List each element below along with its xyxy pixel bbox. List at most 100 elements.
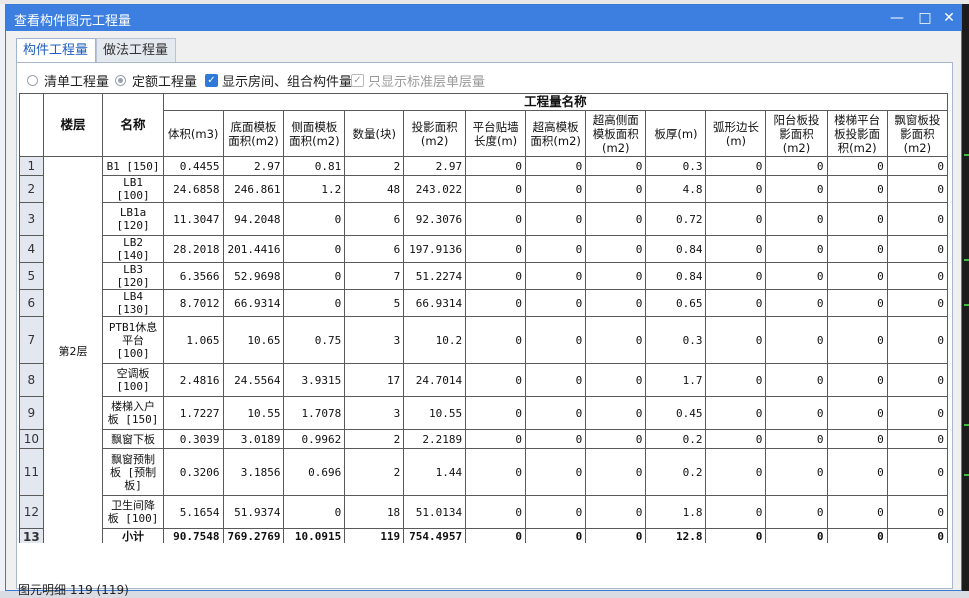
value-cell: 0 [705,448,767,496]
value-cell: 66.9314 [403,289,467,317]
value-cell: 0 [705,363,767,397]
table-row[interactable]: 12 卫生间降板 [100] 5.1654 51.9374 0 18 51.0134 0 0 0 1… [19,495,948,529]
table-row[interactable]: 10 飘窗下板 0.3039 3.0189 0.9962 2 2.2189 0 0 0 0.2 0 0 0… [19,429,948,449]
value-cell: 243.022 [403,175,467,203]
column-header[interactable]: 飘窗板投影面积(m2) [886,110,948,157]
close-icon[interactable]: ✕ [938,8,960,28]
row-number: 5 [19,262,44,290]
tab-component-quantity[interactable]: 构件工程量 [16,38,96,63]
component-name-cell: LB1a [120] [102,202,164,236]
value-cell: 0.84 [645,235,707,263]
column-header[interactable]: 阳台板投影面积(m2) [765,110,828,157]
value-cell: 0.3 [645,316,707,364]
column-header[interactable]: 平台贴墙长度(m) [465,110,527,157]
value-cell: 0 [525,495,587,529]
column-header[interactable]: 弧形边长(m) [705,110,767,157]
table-row[interactable]: 11 飘窗预制板 [预制板] 0.3206 3.1856 0.696 2 1.44 0 0 0 0.… [19,448,948,496]
column-header[interactable]: 侧面模板面积(m2) [283,110,346,157]
value-cell: 0 [886,429,948,449]
quantity-table: 楼层 名称 工程量名称 体积(m3) 底面模板面积(m2) 侧面模板面积(m2) 数量… [19,93,948,543]
value-cell: 0 [705,396,767,430]
subtotal-value-cell: 0 [765,528,828,543]
value-cell: 0 [585,289,647,317]
table-row[interactable]: 7 PTB1休息平台 [100] 1.065 10.65 0.75 3 10.2 0 0 0 0.3… [19,316,948,364]
table-row[interactable]: 2 LB1 [100] 24.6858 246.861 1.2 48 243.022 0 0 0 4… [19,175,948,203]
value-cell: 0 [765,175,828,203]
subtotal-row[interactable]: 13 小计 90.7548 769.2769 10.0915 119 754.4957 0 0 0… [19,528,948,543]
maximize-icon[interactable]: □ [914,8,936,28]
checkmark-icon: ✓ [205,74,218,87]
radio-dinge-label: 定额工程量 [132,75,198,90]
row-number: 1 [19,156,44,176]
row-number: 10 [19,429,44,449]
value-cell: 11.3047 [162,202,224,236]
value-cell: 0 [465,262,527,290]
checkbox-only-standard-floor: ✓ 只显示标准层单层量 [351,71,485,90]
value-cell: 0 [465,363,527,397]
radio-qingdan[interactable]: 清单工程量 [27,71,109,90]
table-row[interactable]: 6 LB4 [130] 8.7012 66.9314 0 5 66.9314 0 0 0 0.65 0… [19,289,948,317]
value-cell: 5.1654 [162,495,224,529]
table-row[interactable]: 4 LB2 [140] 28.2018 201.4416 0 6 197.9136 0 0 0 0.… [19,235,948,263]
value-cell: 0 [525,396,587,430]
subtotal-value-cell: 0 [465,528,527,543]
subtotal-label: 小计 [102,528,164,543]
value-cell: 0 [283,202,346,236]
table-row[interactable]: 8 空调板 [100] 2.4816 24.5564 3.9315 17 24.7014 0 0… [19,363,948,397]
value-cell: 0 [705,235,767,263]
table-row[interactable]: 3 LB1a [120] 11.3047 94.2048 0 6 92.3076 0 0 0 0.7… [19,202,948,236]
value-cell: 0 [886,495,948,529]
column-header[interactable]: 数量(块) [344,110,405,157]
value-cell: 197.9136 [403,235,467,263]
value-cell: 0 [765,448,828,496]
value-cell: 66.9314 [222,289,285,317]
tab-method-quantity[interactable]: 做法工程量 [96,38,176,62]
table-row[interactable]: 5 LB3 [120] 6.3566 52.9698 0 7 51.2274 0 0 0 0.84 0… [19,262,948,290]
subtotal-value-cell: 0 [826,528,888,543]
value-cell: 0 [705,262,767,290]
value-cell: 0.3039 [162,429,224,449]
column-header[interactable]: 超高模板面积(m2) [525,110,587,157]
column-header[interactable]: 体积(m3) [162,110,224,157]
value-cell: 28.2018 [162,235,224,263]
subtotal-value-cell: 0 [585,528,647,543]
subtotal-value-cell: 10.0915 [283,528,346,543]
value-cell: 2 [344,156,405,176]
column-header[interactable]: 底面模板面积(m2) [222,110,285,157]
value-cell: 4.8 [645,175,707,203]
value-cell: 0 [705,202,767,236]
row-number: 3 [19,202,44,236]
header-name: 名称 [102,93,164,157]
value-cell: 0 [705,156,767,176]
column-header[interactable]: 超高侧面模板面积(m2) [585,110,647,157]
value-cell: 3.1856 [222,448,285,496]
header-group: 工程量名称 [162,93,948,111]
quantity-grid: 楼层 名称 工程量名称 体积(m3) 底面模板面积(m2) 侧面模板面积(m2) 数量… [19,93,948,543]
row-number: 9 [19,396,44,430]
value-cell: 51.9374 [222,495,285,529]
row-number: 8 [19,363,44,397]
table-row[interactable]: 9 楼梯入户板 [150] 1.7227 10.55 1.7078 3 10.55 0 0 0 0.… [19,396,948,430]
value-cell: 0 [765,289,828,317]
value-cell: 3.0189 [222,429,285,449]
value-cell: 2 [344,429,405,449]
checkmark-icon: ✓ [351,74,364,87]
value-cell: 0.75 [283,316,346,364]
value-cell: 0 [465,396,527,430]
value-cell: 0 [525,363,587,397]
table-row[interactable]: 1 第2层 B1 [150] 0.4455 2.97 0.81 2 2.97 0 0 0 0.3 0 0 0… [19,156,948,543]
value-cell: 0 [765,495,828,529]
radio-dinge[interactable]: 定额工程量 [115,71,197,90]
column-header[interactable]: 板厚(m) [645,110,707,157]
value-cell: 1.7 [645,363,707,397]
checkbox-show-rooms[interactable]: ✓ 显示房间、组合构件量 [205,71,352,90]
value-cell: 0 [826,289,888,317]
value-cell: 0 [765,363,828,397]
value-cell: 0 [585,448,647,496]
column-header[interactable]: 楼梯平台板投影面积(m2) [826,110,888,157]
value-cell: 0 [826,363,888,397]
value-cell: 10.65 [222,316,285,364]
value-cell: 0.3206 [162,448,224,496]
minimize-icon[interactable]: — [886,8,908,28]
column-header[interactable]: 投影面积(m2) [403,110,467,157]
